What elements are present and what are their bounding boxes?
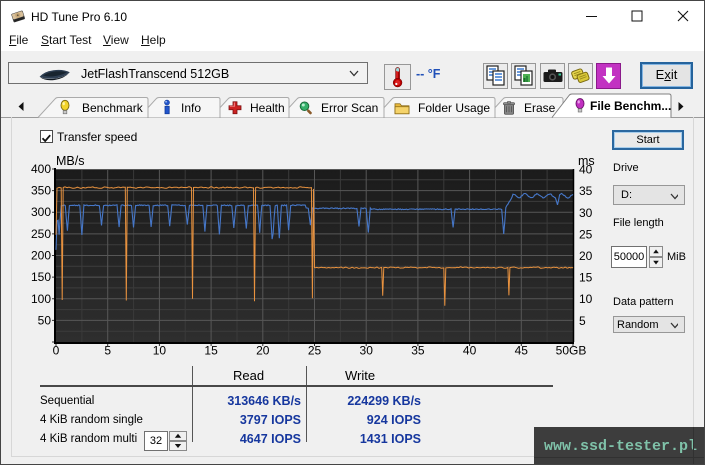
svg-text:35: 35 [579, 184, 593, 198]
svg-text:150: 150 [31, 270, 51, 284]
svg-text:Error Scan: Error Scan [321, 101, 378, 115]
svg-text:Benchmark: Benchmark [82, 101, 144, 115]
svg-text:MB/s: MB/s [56, 154, 84, 168]
svg-text:45: 45 [515, 344, 529, 358]
svg-text:25: 25 [308, 344, 322, 358]
svg-text:10: 10 [153, 344, 167, 358]
svg-text:Health: Health [250, 101, 285, 115]
svg-text:30: 30 [360, 344, 374, 358]
svg-text:250: 250 [31, 227, 51, 241]
svg-text:15: 15 [204, 344, 218, 358]
svg-text:15: 15 [579, 271, 593, 285]
svg-text:50GB: 50GB [556, 344, 587, 358]
svg-text:Info: Info [181, 101, 201, 115]
svg-text:5: 5 [104, 344, 111, 358]
svg-text:40: 40 [463, 344, 477, 358]
svg-text:200: 200 [31, 249, 51, 263]
svg-text:10: 10 [579, 292, 593, 306]
svg-text:100: 100 [31, 292, 51, 306]
svg-text:35: 35 [411, 344, 425, 358]
svg-text:400: 400 [31, 162, 51, 176]
svg-text:0: 0 [53, 344, 60, 358]
svg-text:25: 25 [579, 227, 593, 241]
svg-text:300: 300 [31, 205, 51, 219]
svg-text:40: 40 [579, 163, 593, 177]
svg-text:File Benchm...: File Benchm... [590, 99, 671, 113]
svg-text:350: 350 [31, 184, 51, 198]
svg-text:Folder Usage: Folder Usage [418, 101, 490, 115]
svg-text:30: 30 [579, 206, 593, 220]
svg-text:20: 20 [579, 249, 593, 263]
svg-text:Erase: Erase [524, 101, 556, 115]
svg-text:20: 20 [256, 344, 270, 358]
svg-text:5: 5 [579, 314, 586, 328]
svg-text:50: 50 [38, 313, 52, 327]
